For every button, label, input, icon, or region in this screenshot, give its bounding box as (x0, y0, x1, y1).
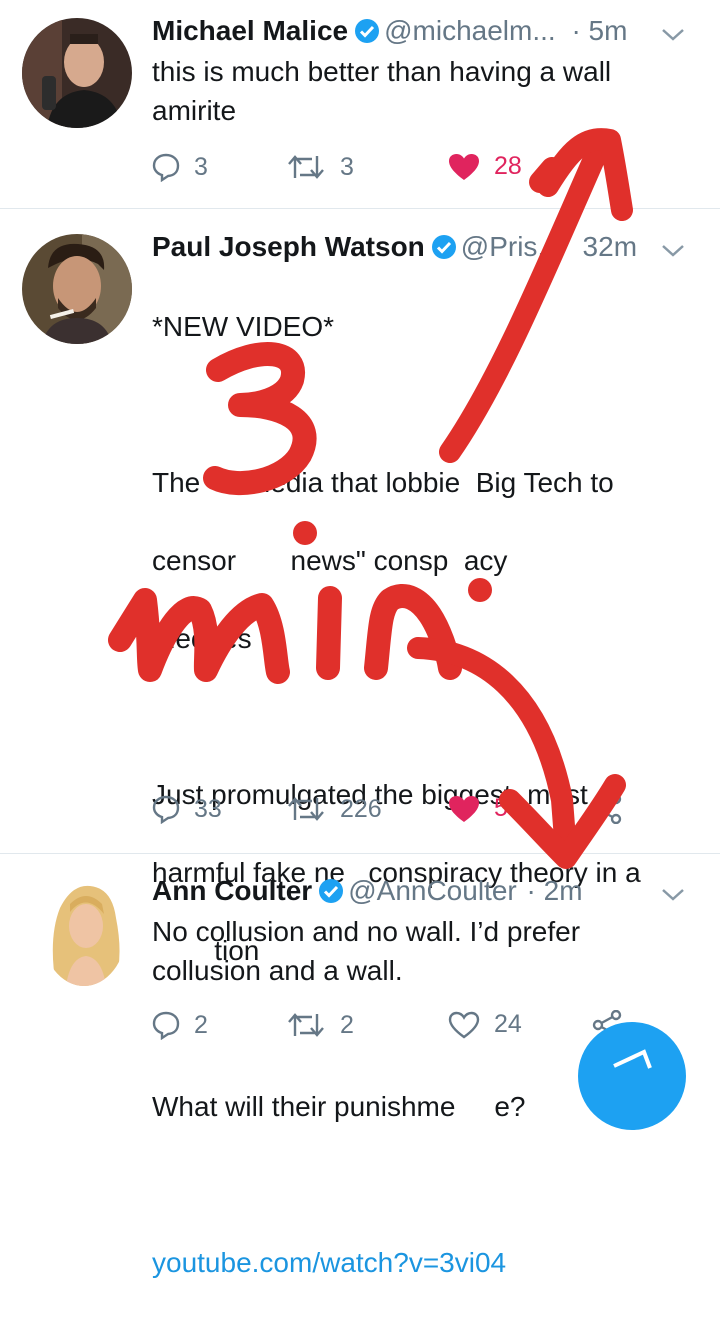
like-count: 5 (494, 794, 508, 822)
tweet-text: No collusion and no wall. I’d prefer col… (152, 916, 581, 986)
retweet-icon (288, 1013, 324, 1037)
text-line (152, 697, 712, 736)
text-line: The media that lobbie Big Tech to (152, 467, 614, 498)
retweet-button[interactable]: 226 (286, 794, 382, 824)
retweet-icon (288, 155, 324, 179)
avatar[interactable] (22, 234, 132, 344)
verified-badge-icon (431, 234, 457, 260)
tweet-actions: 3 3 28 (152, 152, 672, 192)
avatar[interactable] (22, 18, 132, 128)
chevron-down-icon[interactable] (660, 26, 686, 44)
retweet-count: 3 (340, 152, 354, 181)
avatar-image (22, 234, 132, 344)
share-icon (592, 794, 622, 824)
reply-icon (152, 153, 180, 182)
avatar[interactable] (42, 878, 126, 986)
text-line (152, 385, 712, 424)
tweet-header: Paul Joseph Watson @Pris... 32m (152, 230, 637, 264)
tweet-time[interactable]: 32m (583, 231, 637, 262)
reply-icon (152, 1011, 180, 1040)
verified-badge-icon (354, 18, 380, 44)
retweet-button[interactable]: 3 (286, 152, 354, 182)
reply-count: 3 (194, 152, 208, 181)
tweet-paul-joseph-watson[interactable]: Paul Joseph Watson @Pris... 32m *NEW VIDE… (0, 209, 720, 1278)
compose-icon (613, 1049, 652, 1069)
reply-button[interactable]: 2 (152, 1010, 208, 1040)
chevron-down-icon[interactable] (660, 886, 686, 904)
author-name[interactable]: Michael Malice (152, 15, 348, 46)
verified-badge-icon (318, 878, 344, 904)
tweet-link[interactable]: youtube.com/watch?v=3vi04 (152, 1243, 712, 1282)
author-name[interactable]: Ann Coulter (152, 875, 312, 906)
tweet-header: Ann Coulter @AnnCoulter · 2m (152, 874, 583, 908)
reply-count: 2 (194, 1010, 208, 1039)
text-line: theories (152, 623, 252, 654)
author-handle[interactable]: @michaelm... (384, 15, 556, 46)
reply-count: 33 (194, 794, 222, 823)
like-button[interactable]: 28 (448, 152, 522, 181)
like-count: 28 (494, 152, 522, 180)
heart-outline-icon (448, 1011, 480, 1038)
reply-button[interactable]: 33 (152, 794, 222, 824)
author-name[interactable]: Paul Joseph Watson (152, 231, 425, 262)
reply-button[interactable]: 3 (152, 152, 208, 182)
retweet-button[interactable]: 2 (286, 1010, 354, 1040)
text-line: censor news" consp acy (152, 545, 508, 576)
retweet-icon (288, 797, 324, 821)
tweet-time[interactable]: · 5m (571, 15, 627, 46)
tweet-text: this is much better than having a wall a… (152, 56, 612, 126)
tweet-actions: 33 226 5 (152, 794, 672, 834)
avatar-image (22, 18, 132, 128)
like-button[interactable]: 5 (448, 794, 508, 823)
tweet-michael-malice[interactable]: Michael Malice @michaelm... · 5m this is … (0, 0, 720, 208)
chevron-down-icon[interactable] (660, 242, 686, 260)
heart-filled-icon (449, 153, 479, 180)
share-button[interactable] (592, 794, 636, 824)
like-button[interactable]: 24 (448, 1010, 522, 1039)
tweet-header: Michael Malice @michaelm... · 5m (152, 14, 627, 48)
avatar-image (42, 878, 126, 986)
heart-filled-icon (449, 795, 479, 822)
author-handle[interactable]: @Pris... (461, 231, 561, 262)
retweet-count: 2 (340, 1010, 354, 1039)
text-line: *NEW VIDEO* (152, 311, 335, 342)
author-handle[interactable]: @AnnCoulter (348, 875, 517, 906)
like-count: 24 (494, 1010, 522, 1038)
tweet-time[interactable]: · 2m (527, 875, 583, 906)
compose-tweet-button[interactable] (578, 1022, 686, 1130)
reply-icon (152, 795, 180, 824)
text-line-spacer (152, 1165, 712, 1204)
retweet-count: 226 (340, 794, 382, 823)
